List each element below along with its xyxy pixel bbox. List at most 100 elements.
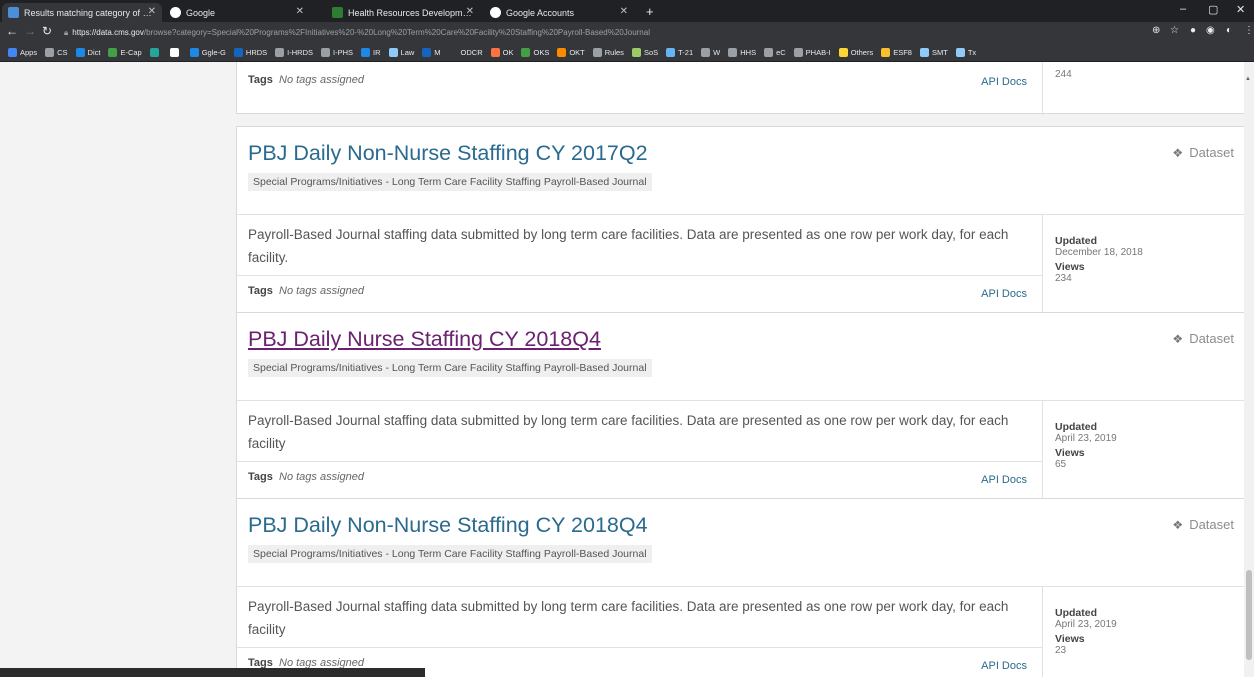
dataset-type: ❖ Dataset bbox=[1172, 517, 1234, 532]
dataset-type-label: Dataset bbox=[1189, 145, 1234, 160]
bookmark-label: I-HRDS bbox=[287, 47, 314, 57]
bookmark-label: SMT bbox=[931, 47, 948, 57]
menu-icon[interactable]: ⋮ bbox=[1244, 25, 1254, 36]
bookmark-item[interactable]: OKT bbox=[555, 47, 586, 57]
tab-close-icon[interactable]: ✕ bbox=[296, 6, 304, 17]
bookmark-label: CS bbox=[57, 47, 68, 57]
bookmark-item[interactable]: Law bbox=[387, 47, 417, 57]
bookmark-icon bbox=[490, 47, 500, 57]
bookmark-label: HHS bbox=[740, 47, 757, 57]
bookmark-label: Dict bbox=[87, 47, 101, 57]
bookmark-label: M bbox=[434, 47, 441, 57]
tags-label: Tags bbox=[248, 471, 273, 483]
bookmark-item[interactable]: Tx bbox=[954, 47, 978, 57]
reload-icon[interactable]: ↻ bbox=[42, 24, 52, 38]
api-docs-link[interactable]: API Docs bbox=[981, 474, 1027, 486]
bookmark-item[interactable]: PHAB-I bbox=[792, 47, 833, 57]
zoom-icon[interactable]: ⊕ bbox=[1152, 25, 1160, 36]
bookmark-item[interactable]: I-HRDS bbox=[273, 47, 315, 57]
bookmark-label: W bbox=[713, 47, 721, 57]
bookmark-item[interactable]: CS bbox=[43, 47, 69, 57]
meta-column: Updated December 18, 2018 Views 234 bbox=[1055, 235, 1235, 287]
dataset-title-link[interactable]: PBJ Daily Non-Nurse Staffing CY 2018Q4 bbox=[248, 513, 648, 538]
category-badge[interactable]: Special Programs/Initiatives - Long Term… bbox=[248, 359, 652, 377]
dataset-title-link[interactable]: PBJ Daily Nurse Staffing CY 2018Q4 bbox=[248, 327, 601, 352]
bookmark-item[interactable]: SoS bbox=[630, 47, 660, 57]
bookmark-item[interactable]: HRDS bbox=[232, 47, 269, 57]
bookmark-icon bbox=[75, 47, 85, 57]
page-scrollbar[interactable]: ▲ bbox=[1244, 62, 1254, 677]
bookmark-label: Apps bbox=[20, 47, 38, 57]
profile-icon[interactable]: ◐ bbox=[1226, 25, 1232, 36]
bookmark-label: Rules bbox=[604, 47, 624, 57]
bookmark-item[interactable]: Rules bbox=[591, 47, 626, 57]
minimize-icon[interactable]: – bbox=[1180, 3, 1186, 15]
dataset-card: PBJ Daily Non-Nurse Staffing CY 2017Q2 ❖… bbox=[236, 126, 1245, 326]
api-docs-link[interactable]: API Docs bbox=[981, 660, 1027, 672]
bookmark-label: OK bbox=[502, 47, 514, 57]
bookmark-label: E-Cap bbox=[120, 47, 142, 57]
bookmark-item[interactable]: Dict bbox=[74, 47, 103, 57]
new-tab-icon[interactable]: + bbox=[646, 4, 654, 19]
extension-icon[interactable]: ◉ bbox=[1206, 25, 1215, 36]
bookmark-icon bbox=[321, 47, 331, 57]
close-window-icon[interactable]: ✕ bbox=[1236, 3, 1245, 16]
scroll-up-icon[interactable]: ▲ bbox=[1245, 76, 1251, 82]
bookmark-item[interactable]: Ggle-G bbox=[188, 47, 228, 57]
tab-close-icon[interactable]: ✕ bbox=[466, 6, 474, 17]
tab-results[interactable]: Results matching category of Sp... ✕ bbox=[2, 3, 162, 22]
api-docs-link[interactable]: API Docs bbox=[981, 76, 1027, 88]
bookmark-icon bbox=[448, 47, 458, 57]
bookmark-icon bbox=[388, 47, 398, 57]
bookmark-item[interactable]: SMT bbox=[918, 47, 950, 57]
bookmark-item[interactable]: I-PHS bbox=[319, 47, 355, 57]
bookmark-item[interactable]: ESF8 bbox=[879, 47, 914, 57]
dataset-title-link[interactable]: PBJ Daily Non-Nurse Staffing CY 2017Q2 bbox=[248, 141, 648, 166]
bookmark-item[interactable]: ODCR bbox=[447, 47, 485, 57]
bookmark-icon bbox=[666, 47, 676, 57]
dataset-description: Payroll-Based Journal staffing data subm… bbox=[248, 599, 1009, 637]
tags-row: Tags No tags assigned API Docs bbox=[237, 63, 1043, 113]
bookmark-item[interactable]: HHS bbox=[726, 47, 758, 57]
bookmark-item[interactable]: IR bbox=[359, 47, 383, 57]
bookmark-item[interactable]: OK bbox=[489, 47, 516, 57]
bookmark-icon bbox=[764, 47, 774, 57]
bookmark-label: Ggle-G bbox=[201, 47, 226, 57]
bookmark-label: SoS bbox=[643, 47, 659, 57]
bookmark-item[interactable]: Others bbox=[837, 47, 876, 57]
url-host: https://data.cms.gov bbox=[72, 28, 144, 37]
page-content: Tags No tags assigned API Docs 244 PBJ D… bbox=[0, 62, 1254, 677]
dataset-type: ❖ Dataset bbox=[1172, 331, 1234, 346]
bookmark-item[interactable]: OKS bbox=[519, 47, 551, 57]
tags-value: No tags assigned bbox=[279, 74, 364, 86]
dataset-card: PBJ Daily Non-Nurse Staffing CY 2018Q4 ❖… bbox=[236, 498, 1245, 677]
bookmark-label: IR bbox=[373, 47, 381, 57]
back-icon[interactable]: ← bbox=[6, 24, 18, 38]
forward-icon[interactable]: → bbox=[24, 24, 36, 38]
maximize-icon[interactable]: ▢ bbox=[1208, 3, 1218, 16]
tab-google[interactable]: Google ✕ bbox=[164, 3, 310, 22]
bookmark-item[interactable] bbox=[148, 47, 164, 57]
address-bar[interactable]: 🔒︎ https://data.cms.gov /browse?category… bbox=[64, 25, 1094, 40]
category-badge[interactable]: Special Programs/Initiatives - Long Term… bbox=[248, 173, 652, 191]
bookmark-item[interactable]: E-Cap bbox=[106, 47, 143, 57]
bookmark-item[interactable]: T-21 bbox=[664, 47, 695, 57]
star-icon[interactable]: ☆ bbox=[1170, 25, 1179, 36]
bookmark-item[interactable]: W bbox=[699, 47, 722, 57]
extension-icon[interactable]: ● bbox=[1190, 25, 1196, 36]
tab-google-accounts[interactable]: Google Accounts ✕ bbox=[484, 3, 634, 22]
scrollbar-thumb[interactable] bbox=[1246, 570, 1252, 660]
tab-close-icon[interactable]: ✕ bbox=[620, 6, 628, 17]
tab-close-icon[interactable]: ✕ bbox=[148, 6, 156, 17]
bookmark-item[interactable]: M bbox=[420, 47, 442, 57]
category-badge[interactable]: Special Programs/Initiatives - Long Term… bbox=[248, 545, 652, 563]
bookmark-label: Others bbox=[850, 47, 874, 57]
bookmark-item[interactable] bbox=[168, 47, 184, 57]
tab-health-resources[interactable]: Health Resources Development ✕ bbox=[326, 3, 480, 22]
favicon-icon bbox=[8, 7, 19, 18]
api-docs-link[interactable]: API Docs bbox=[981, 288, 1027, 300]
bookmark-icon bbox=[592, 47, 602, 57]
bookmark-item[interactable]: Apps bbox=[6, 47, 39, 57]
views-value: 23 bbox=[1055, 645, 1067, 656]
bookmark-item[interactable]: eC bbox=[762, 47, 788, 57]
